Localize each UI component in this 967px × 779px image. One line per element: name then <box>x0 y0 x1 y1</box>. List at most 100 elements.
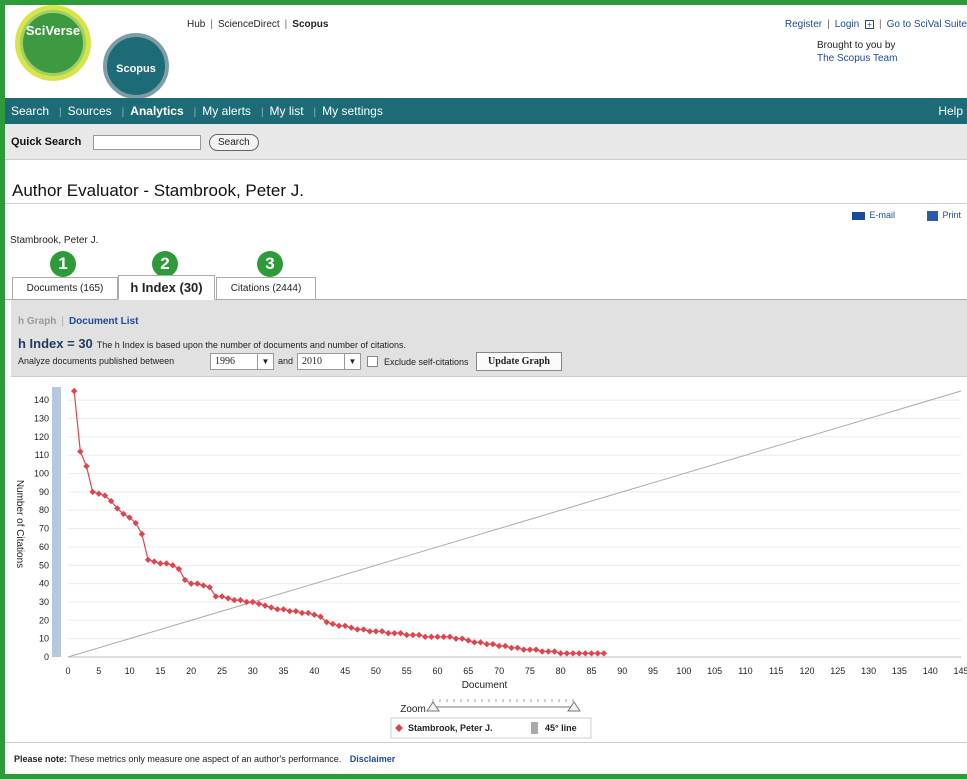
step-badge-1: 1 <box>50 251 76 277</box>
document-list-link[interactable]: Document List <box>69 316 138 327</box>
data-point <box>539 648 546 655</box>
data-point <box>477 639 484 646</box>
quick-search-input[interactable] <box>93 135 201 150</box>
sciverse-logo[interactable]: SciVerse <box>15 5 91 81</box>
separator: | <box>878 19 882 30</box>
data-point <box>89 488 96 496</box>
data-point <box>563 650 571 657</box>
nav-sources[interactable]: Sources <box>68 104 112 118</box>
page-actions: E-mail Print <box>822 210 961 221</box>
y-tick-label: 80 <box>39 505 49 515</box>
data-point <box>212 593 220 600</box>
legend-marker-45 <box>531 722 538 734</box>
data-point <box>588 650 595 657</box>
data-point <box>452 635 460 642</box>
x-tick-label: 0 <box>65 666 70 676</box>
x-tick-label: 145 <box>953 666 967 676</box>
x-tick-label: 55 <box>402 666 412 676</box>
nav-my-list[interactable]: My list <box>270 104 304 118</box>
y-tick-label: 110 <box>35 450 49 460</box>
search-button[interactable]: Search <box>209 134 259 151</box>
footer-note: Please note: These metrics only measure … <box>14 754 395 764</box>
y-tick-label: 120 <box>34 432 49 442</box>
data-point <box>495 642 503 650</box>
data-point <box>502 642 509 650</box>
data-point <box>144 556 152 563</box>
register-link[interactable]: Register <box>785 19 822 30</box>
x-tick-label: 45 <box>340 666 350 676</box>
scopus-link[interactable]: Scopus <box>292 19 328 30</box>
x-tick-label: 140 <box>923 666 938 676</box>
data-point <box>372 628 380 635</box>
separator: | <box>260 107 264 118</box>
chart-svg: 0 10 20 30 40 50 60 70 80 90 100 110 120 130 140 0 5 10 15… <box>14 387 967 739</box>
email-link[interactable]: E-mail <box>852 210 895 220</box>
brought-by-label: Brought to you by <box>817 40 896 51</box>
x-tick-label: 25 <box>217 666 227 676</box>
data-point <box>224 595 232 602</box>
print-link[interactable]: Print <box>927 210 961 221</box>
data-point <box>292 607 300 615</box>
sciencedirect-link[interactable]: ScienceDirect <box>218 19 280 30</box>
data-point <box>286 607 293 615</box>
tab-documents[interactable]: Documents (165) <box>12 277 118 300</box>
data-point <box>397 629 404 637</box>
x-tick-label: 35 <box>279 666 289 676</box>
legend-label-45: 45° line <box>545 723 577 733</box>
hub-link[interactable]: Hub <box>187 19 205 30</box>
data-point <box>409 631 417 639</box>
quick-search-bar: Quick Search Search <box>5 124 967 160</box>
data-point <box>329 620 337 628</box>
y-tick-label: 140 <box>34 395 49 405</box>
exclude-self-citations-label: Exclude self-citations <box>384 357 469 367</box>
y-tick-label: 90 <box>39 487 49 497</box>
quick-search-label: Quick Search <box>11 136 82 148</box>
x-tick-label: 100 <box>676 666 691 676</box>
h-index-row: h Index = 30 The h Index is based upon th… <box>18 336 406 351</box>
to-year-value: 2010 <box>302 356 322 367</box>
x-tick-label: 125 <box>830 666 845 676</box>
scival-link[interactable]: Go to SciVal Suite <box>887 19 967 30</box>
nav-my-settings[interactable]: My settings <box>322 104 383 118</box>
data-point <box>471 639 478 646</box>
disclaimer-link[interactable]: Disclaimer <box>350 754 396 764</box>
chevron-down-icon: ▼ <box>344 354 360 369</box>
divider <box>5 742 967 743</box>
y-tick-label: 50 <box>39 560 49 570</box>
data-point <box>83 463 90 470</box>
exclude-self-citations-checkbox[interactable] <box>367 356 378 367</box>
scopus-logo[interactable]: Scopus <box>103 33 169 99</box>
x-tick-label: 90 <box>617 666 627 676</box>
data-point <box>600 650 607 657</box>
data-point <box>526 646 534 653</box>
h-graph-tab[interactable]: h Graph <box>18 316 56 327</box>
nav-my-alerts[interactable]: My alerts <box>202 104 251 118</box>
y-axis-label: Number of Citations <box>14 480 25 568</box>
data-point <box>335 622 343 630</box>
x-tick-label: 75 <box>525 666 535 676</box>
to-year-select[interactable]: 2010 ▼ <box>297 353 361 370</box>
data-point <box>348 624 355 631</box>
separator: | <box>210 19 213 30</box>
plus-box-icon[interactable]: + <box>864 20 874 29</box>
separator: | <box>121 107 125 118</box>
separator: | <box>61 316 64 327</box>
h-graph-chart: 0 10 20 30 40 50 60 70 80 90 100 110 120 130 140 0 5 10 15… <box>11 376 967 742</box>
from-year-select[interactable]: 1996 ▼ <box>210 353 274 370</box>
data-point <box>391 629 398 637</box>
tab-citations[interactable]: Citations (2444) <box>216 277 316 300</box>
data-point <box>483 640 490 648</box>
y-tick-label: 40 <box>39 579 49 589</box>
help-link[interactable]: Help <box>938 98 963 124</box>
scopus-team-link[interactable]: The Scopus Team <box>817 52 897 65</box>
separator: | <box>193 107 197 118</box>
nav-search[interactable]: Search <box>11 104 49 118</box>
data-point <box>298 609 306 617</box>
x-tick-label: 15 <box>155 666 165 676</box>
data-point <box>341 622 349 630</box>
from-year-value: 1996 <box>215 356 235 367</box>
login-link[interactable]: Login <box>835 19 859 30</box>
update-graph-button[interactable]: Update Graph <box>476 352 562 371</box>
tab-h-index[interactable]: h Index (30) <box>118 275 215 300</box>
nav-analytics[interactable]: Analytics <box>130 104 183 118</box>
